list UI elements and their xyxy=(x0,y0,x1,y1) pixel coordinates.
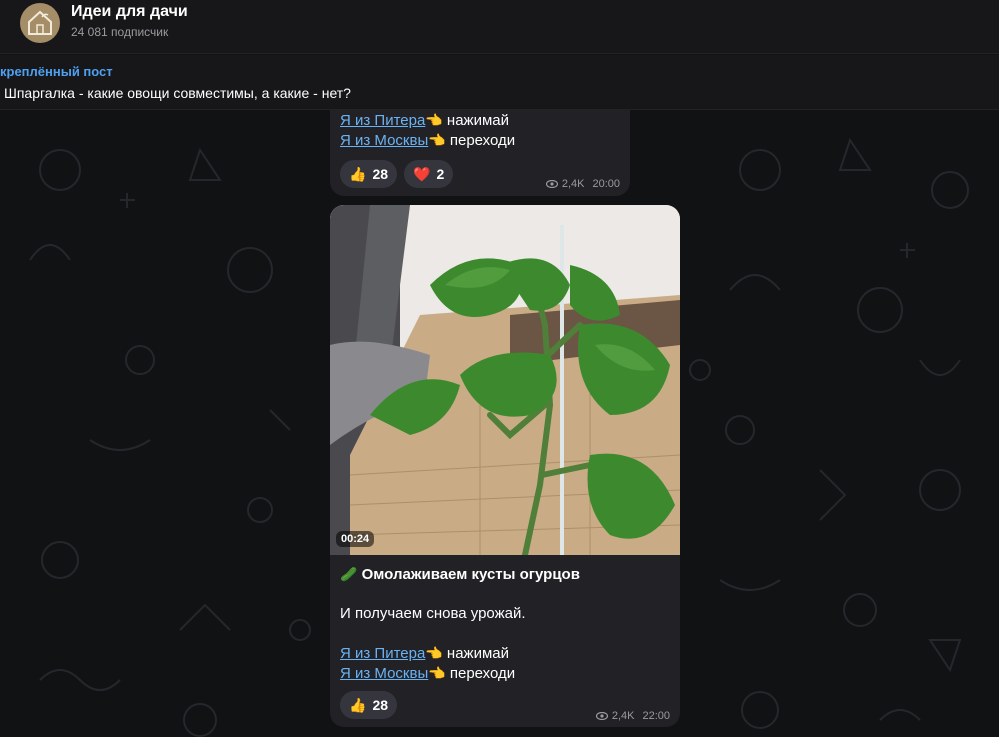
reaction-count: 28 xyxy=(372,166,389,182)
link-moscow[interactable]: Я из Москвы xyxy=(340,665,428,682)
reaction-count: 2 xyxy=(436,166,445,182)
link-piter[interactable]: Я из Питера xyxy=(340,112,425,129)
pinned-text[interactable]: Шпаргалка - какие овощи совместимы, а ка… xyxy=(4,85,351,101)
reaction-thumbs-up[interactable]: 👍 28 xyxy=(340,691,398,719)
thumbs-up-icon: 👍 xyxy=(349,165,367,182)
channel-header[interactable]: Идеи для дачи 24 081 подписчик xyxy=(0,0,999,54)
action-text: переходи xyxy=(449,132,516,149)
link-line-moscow: Я из Москвы👈 переходи xyxy=(340,665,515,682)
pointing-hand-icon: 👈 xyxy=(428,132,446,148)
video-player[interactable]: 00:24 xyxy=(330,205,680,555)
eye-icon xyxy=(595,712,608,720)
house-logo-icon xyxy=(21,4,59,42)
link-piter[interactable]: Я из Питера xyxy=(340,645,425,662)
video-duration: 00:24 xyxy=(336,531,375,547)
channel-avatar[interactable] xyxy=(20,3,60,43)
heart-icon: ❤️ xyxy=(413,165,431,182)
message-time: 22:00 xyxy=(642,710,670,722)
pointing-hand-icon: 👈 xyxy=(425,112,443,128)
link-line-piter: Я из Питера👈 нажимай xyxy=(340,645,509,662)
eye-icon xyxy=(545,180,558,188)
cucumber-icon: 🥒 xyxy=(340,566,358,582)
link-line-moscow: Я из Москвы👈 переходи xyxy=(340,132,515,149)
post-title-line: 🥒 Омолаживаем кусты огурцов xyxy=(340,566,580,583)
reaction-thumbs-up[interactable]: 👍 28 xyxy=(340,160,398,188)
post-title: Омолаживаем кусты огурцов xyxy=(361,566,580,583)
message-meta: 2,4K 20:00 xyxy=(545,178,620,190)
action-text: нажимай xyxy=(446,112,509,129)
action-text: нажимай xyxy=(446,645,509,662)
pointing-hand-icon: 👈 xyxy=(428,665,446,681)
subscriber-count: 24 081 подписчик xyxy=(71,25,169,39)
view-count: 2,4K xyxy=(611,710,635,722)
reaction-heart[interactable]: ❤️ 2 xyxy=(404,160,454,188)
pinned-label: креплённый пост xyxy=(0,64,113,79)
cucumber-plant-video-frame xyxy=(330,205,680,555)
view-count: 2,4K xyxy=(561,178,585,190)
message-bubble: 00:24 🥒 Омолаживаем кусты огурцов И полу… xyxy=(330,205,680,727)
thumbs-up-icon: 👍 xyxy=(349,696,367,713)
message-meta: 2,4K 22:00 xyxy=(595,710,670,722)
channel-title[interactable]: Идеи для дачи xyxy=(71,3,188,21)
pointing-hand-icon: 👈 xyxy=(425,645,443,661)
link-line-piter: Я из Питера👈 нажимай xyxy=(340,112,509,129)
link-moscow[interactable]: Я из Москвы xyxy=(340,132,428,149)
message-bubble: Я из Питера👈 нажимай Я из Москвы👈 перехо… xyxy=(330,100,630,196)
post-body: И получаем снова урожай. xyxy=(340,605,526,622)
reaction-count: 28 xyxy=(372,697,389,713)
message-time: 20:00 xyxy=(592,178,620,190)
action-text: переходи xyxy=(449,665,516,682)
pinned-message-bar[interactable]: креплённый пост Шпаргалка - какие овощи … xyxy=(0,55,999,110)
